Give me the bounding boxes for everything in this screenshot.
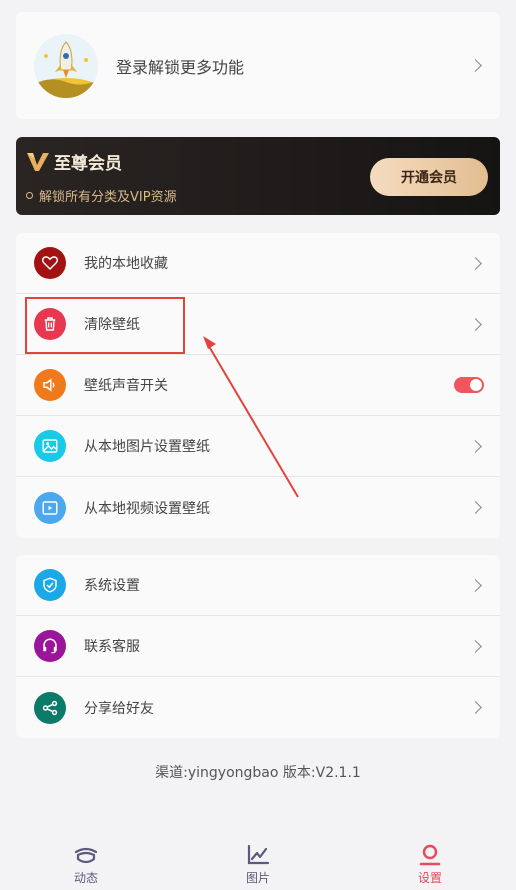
feed-icon <box>74 847 98 864</box>
chevron-right-icon <box>469 59 482 72</box>
tab-settings[interactable]: 设置 <box>370 832 490 890</box>
sound-toggle[interactable] <box>454 377 484 393</box>
menu-label: 联系客服 <box>84 639 140 655</box>
menu-item-system-settings[interactable]: 系统设置 <box>16 555 500 616</box>
bullet-icon <box>26 192 33 199</box>
chevron-right-icon <box>469 256 482 270</box>
chevron-right-icon <box>469 439 482 453</box>
login-prompt: 登录解锁更多功能 <box>116 57 245 77</box>
menu-label: 清除壁纸 <box>84 317 140 333</box>
tab-images[interactable]: 图片 <box>198 832 318 890</box>
menu-item-clear-wallpaper[interactable]: 清除壁纸 <box>16 294 500 355</box>
tab-feed[interactable]: 动态 <box>26 832 146 890</box>
vip-subtitle: 解锁所有分类及VIP资源 <box>39 190 177 205</box>
video-icon <box>34 491 66 524</box>
bottom-tab-bar: 动态 图片 设置 <box>0 832 516 890</box>
settings-group-2: 系统设置 联系客服 分享给好友 <box>16 555 500 738</box>
menu-label: 从本地图片设置壁纸 <box>84 439 210 455</box>
chevron-right-icon <box>469 639 482 653</box>
tab-label: 图片 <box>245 871 270 885</box>
rocket-avatar-icon <box>34 33 98 98</box>
vip-title: 至尊会员 <box>54 154 122 174</box>
user-icon <box>419 844 441 866</box>
menu-item-wallpaper-sound[interactable]: 壁纸声音开关 <box>16 355 500 416</box>
speaker-icon <box>34 369 66 401</box>
share-icon <box>34 691 66 724</box>
tab-label: 设置 <box>417 871 442 885</box>
chart-line-icon <box>247 844 270 865</box>
shield-check-icon <box>34 569 66 601</box>
version-info: 渠道:yingyongbao 版本:V2.1.1 <box>155 765 361 781</box>
heart-icon <box>34 247 66 279</box>
menu-item-image-wallpaper[interactable]: 从本地图片设置壁纸 <box>16 416 500 477</box>
menu-label: 分享给好友 <box>84 700 154 717</box>
menu-item-local-favorites[interactable]: 我的本地收藏 <box>16 233 500 294</box>
menu-item-share[interactable]: 分享给好友 <box>16 677 500 738</box>
menu-label: 壁纸声音开关 <box>84 378 168 394</box>
menu-label: 从本地视频设置壁纸 <box>84 500 210 517</box>
chevron-right-icon <box>469 317 482 331</box>
chevron-right-icon <box>469 578 482 592</box>
vip-v-logo-icon <box>27 152 49 171</box>
menu-label: 系统设置 <box>84 578 140 594</box>
trash-icon <box>34 308 66 340</box>
chevron-right-icon <box>469 501 482 514</box>
menu-item-video-wallpaper[interactable]: 从本地视频设置壁纸 <box>16 477 500 538</box>
image-icon <box>34 430 66 462</box>
menu-label: 我的本地收藏 <box>84 256 168 272</box>
settings-group-1: 我的本地收藏 清除壁纸 壁纸声音开关 从本地图片设置壁纸 从本地视频设置壁纸 <box>16 233 500 538</box>
login-card[interactable]: 登录解锁更多功能 <box>16 12 500 119</box>
tab-label: 动态 <box>73 871 98 885</box>
vip-banner: 至尊会员 解锁所有分类及VIP资源 开通会员 <box>16 137 500 215</box>
headset-icon <box>34 630 66 662</box>
chevron-right-icon <box>469 701 482 714</box>
menu-item-customer-service[interactable]: 联系客服 <box>16 616 500 677</box>
open-vip-button[interactable]: 开通会员 <box>370 158 488 196</box>
